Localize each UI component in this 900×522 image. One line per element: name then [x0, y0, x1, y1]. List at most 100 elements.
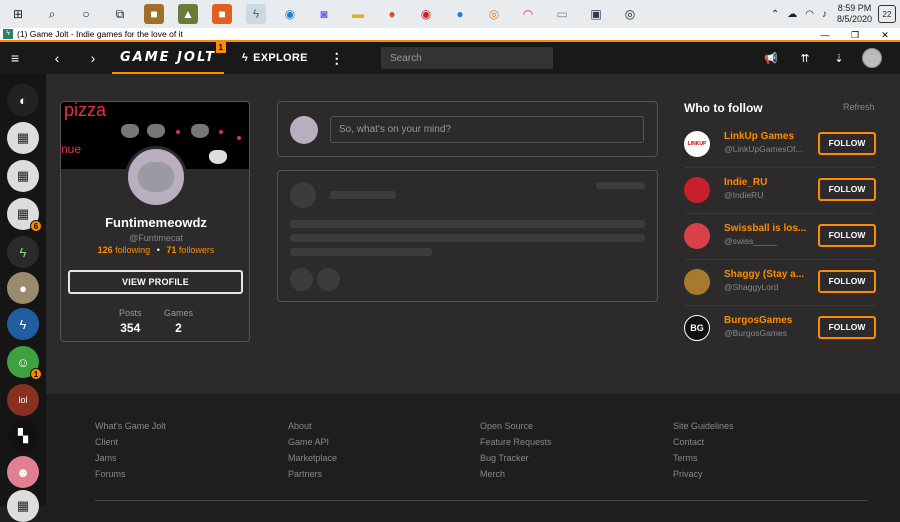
- games-stat[interactable]: Games 2: [164, 308, 193, 335]
- wifi-icon[interactable]: ◠: [805, 9, 814, 20]
- footer-link[interactable]: Marketplace: [288, 453, 337, 463]
- view-profile-button[interactable]: VIEW PROFILE: [68, 270, 243, 294]
- chevron-up-icon[interactable]: ⌃: [771, 9, 779, 20]
- following-label[interactable]: following: [115, 245, 150, 255]
- refresh-link[interactable]: Refresh: [843, 102, 875, 112]
- footer-link[interactable]: Merch: [480, 469, 505, 479]
- notifications-icon[interactable]: ⇣: [822, 52, 856, 65]
- suggestion-avatar[interactable]: [684, 269, 710, 295]
- follow-button[interactable]: FOLLOW: [818, 132, 876, 155]
- monitor-icon[interactable]: ▣: [586, 4, 606, 24]
- followers-count[interactable]: 71: [166, 245, 176, 255]
- sidebar-community-10[interactable]: ▚: [7, 420, 39, 452]
- footer-link[interactable]: Site Guidelines: [673, 421, 734, 431]
- megaphone-icon[interactable]: 📢: [754, 52, 788, 65]
- record-icon[interactable]: ◉: [416, 4, 436, 24]
- notification-center-icon[interactable]: 22: [878, 5, 896, 23]
- follow-button[interactable]: FOLLOW: [818, 270, 876, 293]
- suggestion-avatar[interactable]: LINKUP: [684, 131, 710, 157]
- b-app-icon[interactable]: ●: [450, 4, 470, 24]
- footer-link[interactable]: Partners: [288, 469, 322, 479]
- app-orange-icon[interactable]: ■: [212, 4, 232, 24]
- followers-label[interactable]: followers: [179, 245, 215, 255]
- forward-arrow-icon[interactable]: ›: [78, 42, 108, 74]
- suggestion-name[interactable]: Swissball is los...: [724, 223, 806, 234]
- headphones-icon[interactable]: ◠: [518, 4, 538, 24]
- discord-icon[interactable]: ◙: [314, 4, 334, 24]
- activity-icon[interactable]: ⇈: [788, 52, 822, 65]
- profile-avatar[interactable]: [125, 146, 187, 208]
- banner-eye-icon: [176, 130, 180, 134]
- suggestion-name[interactable]: Indie_RU: [724, 177, 806, 188]
- volume-icon[interactable]: ♪: [822, 9, 827, 20]
- footer-link[interactable]: What's Game Jolt: [95, 421, 166, 431]
- follow-button[interactable]: FOLLOW: [818, 178, 876, 201]
- clock[interactable]: 8:59 PM 8/5/2020: [837, 3, 872, 25]
- suggestion-name[interactable]: LinkUp Games: [724, 131, 806, 142]
- footer-link[interactable]: Privacy: [673, 469, 703, 479]
- cortana-icon[interactable]: ○: [76, 4, 96, 24]
- suggestion-name[interactable]: Shaggy (Stay a...: [724, 269, 806, 280]
- footer-link[interactable]: Client: [95, 437, 118, 447]
- sidebar-gamejolt[interactable]: ϟ: [7, 236, 39, 268]
- gamejolt-logo[interactable]: GAME JOLT 1: [112, 42, 226, 74]
- task-view-icon[interactable]: ⧉: [110, 4, 130, 24]
- suggestion-avatar[interactable]: [684, 223, 710, 249]
- cloud-icon[interactable]: ☁: [787, 9, 797, 20]
- restore-icon[interactable]: ❐: [840, 28, 870, 42]
- suggestion-avatar[interactable]: BG: [684, 315, 710, 341]
- hamburger-menu-icon[interactable]: ≡: [0, 42, 30, 74]
- post-input[interactable]: [330, 116, 644, 143]
- footer-link[interactable]: Forums: [95, 469, 126, 479]
- skeleton-avatar: [290, 182, 316, 208]
- user-avatar[interactable]: [862, 48, 882, 68]
- gamejolt-app-icon[interactable]: ϟ: [246, 4, 266, 24]
- back-arrow-icon[interactable]: ‹: [42, 42, 72, 74]
- windows-start-icon[interactable]: ⊞: [8, 4, 28, 24]
- sidebar-community-4[interactable]: ▦ 6: [7, 198, 42, 232]
- logo-badge: 1: [215, 42, 226, 53]
- blender-icon[interactable]: ◎: [484, 4, 504, 24]
- footer-link[interactable]: Feature Requests: [480, 437, 552, 447]
- footer-link[interactable]: Game API: [288, 437, 329, 447]
- posts-stat[interactable]: Posts 354: [119, 308, 142, 335]
- files-icon[interactable]: ▭: [552, 4, 572, 24]
- file-explorer-icon[interactable]: ▬: [348, 4, 368, 24]
- sidebar-community-12[interactable]: ▦: [7, 490, 39, 522]
- sidebar-community-1[interactable]: ◐: [7, 84, 39, 116]
- suggestion-name[interactable]: BurgosGames: [724, 315, 806, 326]
- sidebar-community-2[interactable]: ▦: [7, 122, 39, 154]
- search-icon[interactable]: ⌕: [42, 4, 62, 24]
- search-input[interactable]: [381, 47, 553, 69]
- follow-button[interactable]: FOLLOW: [818, 316, 876, 339]
- footer-link[interactable]: About: [288, 421, 312, 431]
- sidebar-community-8[interactable]: ☺ 1: [7, 346, 42, 380]
- sidebar-community-3[interactable]: ▦: [7, 160, 39, 192]
- suggestion-handle: @ShaggyLord: [724, 282, 779, 292]
- footer-link[interactable]: Jams: [95, 453, 117, 463]
- footer-link[interactable]: Terms: [673, 453, 698, 463]
- suggestion-handle: @IndieRU: [724, 190, 764, 200]
- footer-link[interactable]: Open Source: [480, 421, 533, 431]
- minimize-icon[interactable]: —: [810, 28, 840, 42]
- sidebar-community-6[interactable]: ●: [7, 272, 39, 304]
- following-count[interactable]: 126: [98, 245, 113, 255]
- sidebar-community-9[interactable]: lol: [7, 384, 39, 416]
- footer-link[interactable]: Bug Tracker: [480, 453, 529, 463]
- disc-icon[interactable]: ◎: [620, 4, 640, 24]
- app-character-icon[interactable]: ▲: [178, 4, 198, 24]
- follow-button[interactable]: FOLLOW: [818, 224, 876, 247]
- explore-link[interactable]: ϟ EXPLORE: [242, 52, 308, 64]
- composer-avatar: [290, 116, 318, 144]
- app-brown-icon[interactable]: ■: [144, 4, 164, 24]
- sidebar-community-11[interactable]: ☻: [7, 456, 39, 488]
- separator-dot: •: [156, 245, 160, 255]
- footer-link[interactable]: Contact: [673, 437, 704, 447]
- follow-suggestion: BG BurgosGames @BurgosGames FOLLOW: [684, 306, 876, 352]
- sidebar-community-7[interactable]: ϟ: [7, 308, 39, 340]
- more-vertical-icon[interactable]: ⋮: [330, 50, 344, 67]
- edge-icon[interactable]: ◉: [280, 4, 300, 24]
- suggestion-avatar[interactable]: [684, 177, 710, 203]
- close-icon[interactable]: ✕: [870, 28, 900, 42]
- firefox-icon[interactable]: ●: [382, 4, 402, 24]
